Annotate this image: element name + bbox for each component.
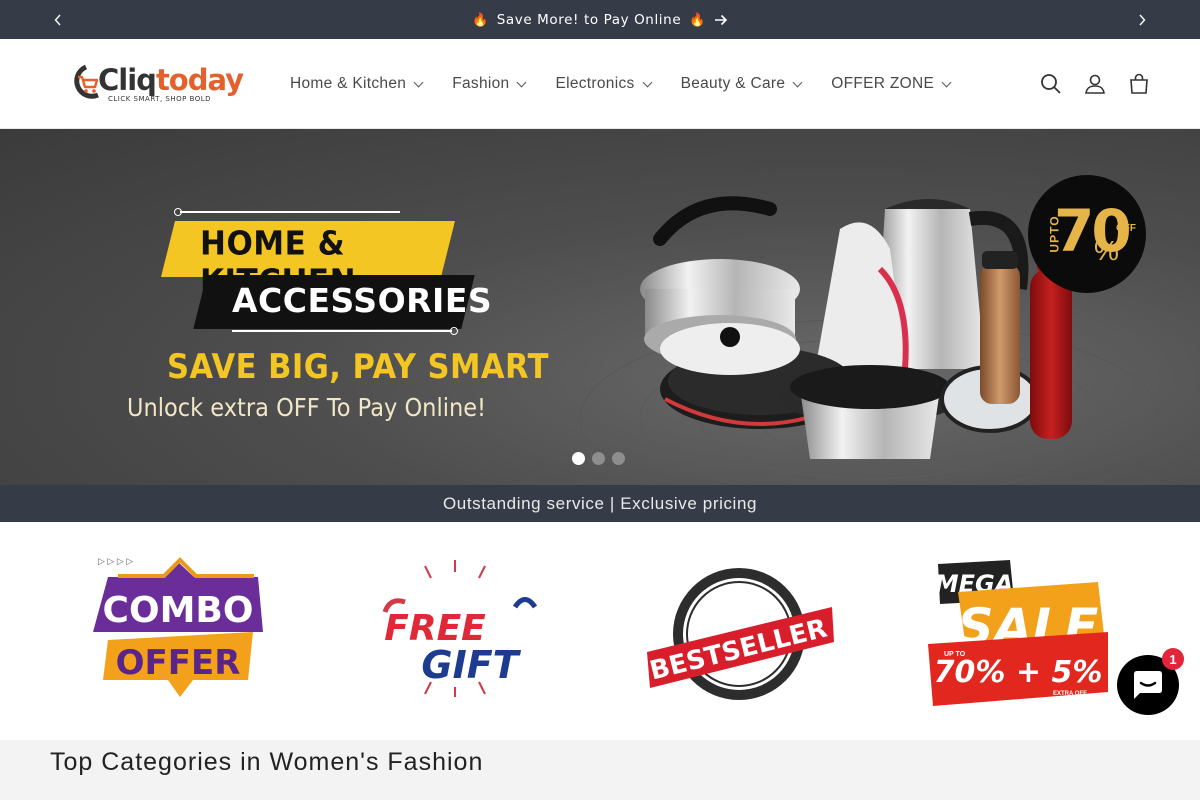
service-strip-text: Outstanding service | Exclusive pricing [442,493,758,513]
search-button[interactable] [1036,69,1066,99]
nav-item-offer-zone[interactable]: OFFER ZONE [821,64,960,104]
bag-icon [1130,73,1148,94]
service-strip: Outstanding service | Exclusive pricing [0,485,1200,522]
mega-sale-badge[interactable]: MEGA SALE UP TO 70% + 5% EXTRA OFF [928,552,1110,712]
slide-dot-3[interactable] [612,452,625,465]
chevron-down-icon [517,77,527,88]
combo-offer-badge[interactable]: COMBO OFFER ▷ ▷ ▷ ▷ [88,552,270,712]
chevron-right-icon [1139,14,1146,25]
combo-text: COMBO [103,590,254,631]
svg-text:★ ★ ★: ★ ★ ★ [726,585,752,594]
nav-item-label: Beauty & Care [680,75,786,92]
slide-dot-2[interactable] [592,452,605,465]
nav-item-label: OFFER ZONE [831,75,935,92]
slide-dot-1[interactable] [572,452,585,465]
chevron-left-icon [54,14,61,25]
cart-button[interactable] [1124,69,1154,99]
search-icon [1041,74,1061,94]
chevron-down-icon [792,77,803,88]
chevron-down-icon [413,77,424,88]
announcement-next-button[interactable] [1122,0,1162,39]
logo-text-part2: today [155,63,244,97]
user-icon [1085,74,1105,94]
women-fashion-section: Top Categories in Women's Fashion [0,740,1200,800]
free-gift-badge[interactable]: FREE GIFT [365,552,545,712]
logo-tagline: CLICK SMART, SHOP BOLD [108,95,212,103]
hero-title-block: HOME & KITCHEN ACCESSORIES [160,208,492,339]
nav-item-label: Electronics [555,75,635,92]
discount-badge: UPTO 70 % OFF [1028,175,1146,293]
arrow-right-icon [715,14,728,25]
promo-badges: COMBO OFFER ▷ ▷ ▷ ▷ FREE GIFT BESTSELLER… [0,522,1200,740]
section-title: Top Categories in Women's Fashion [50,748,484,776]
announcement-link[interactable]: 🔥 Save More! to Pay Online 🔥 [472,12,728,28]
logo-text-part1: Cliq [98,63,157,97]
hero-slideshow[interactable]: HOME & KITCHEN ACCESSORIES SAVE BIG, PAY… [0,129,1200,485]
account-button[interactable] [1080,69,1110,99]
kitchen-products-image [640,196,1072,459]
extra-off-text: EXTRA OFF [1053,691,1087,697]
hero-subline: Unlock extra OFF To Pay Online! [127,393,487,422]
announcement-prev-button[interactable] [38,0,78,39]
badge-off: OFF [1116,223,1136,234]
chat-unread-badge: 1 [1162,648,1184,670]
slideshow-dots [572,452,625,465]
gift-text: GIFT [421,643,521,687]
main-nav: Home & Kitchen Fashion Electronics Beaut… [280,39,960,129]
header-actions [1036,39,1154,129]
discount-text: 70% + 5% [934,655,1103,690]
fire-icon: 🔥 [689,11,707,27]
nav-item-electronics[interactable]: Electronics [545,64,660,104]
nav-item-label: Fashion [452,75,510,92]
site-logo[interactable]: Cliqtoday CLICK SMART, SHOP BOLD [68,61,244,107]
nav-item-fashion[interactable]: Fashion [442,64,535,104]
chat-icon [1134,671,1162,699]
hero-headline: SAVE BIG, PAY SMART [167,347,549,387]
chevron-down-icon [642,77,653,88]
announcement-bar: 🔥 Save More! to Pay Online 🔥 [0,0,1200,39]
nav-item-beauty-care[interactable]: Beauty & Care [671,64,812,104]
bestseller-badge[interactable]: BESTSELLER ★ ★ ★ [642,552,836,712]
fire-icon: 🔥 [471,11,489,27]
offer-text: OFFER [116,643,241,683]
nav-item-home-kitchen[interactable]: Home & Kitchen [280,64,432,104]
site-header: Cliqtoday CLICK SMART, SHOP BOLD Home & … [0,39,1200,129]
nav-item-label: Home & Kitchen [290,75,407,92]
badge-percent: % [1094,235,1119,266]
svg-text:▷ ▷ ▷ ▷: ▷ ▷ ▷ ▷ [98,556,133,566]
announcement-text: Save More! to Pay Online [496,11,682,28]
hero-title-line2: ACCESSORIES [232,281,493,320]
chevron-down-icon [941,77,952,88]
